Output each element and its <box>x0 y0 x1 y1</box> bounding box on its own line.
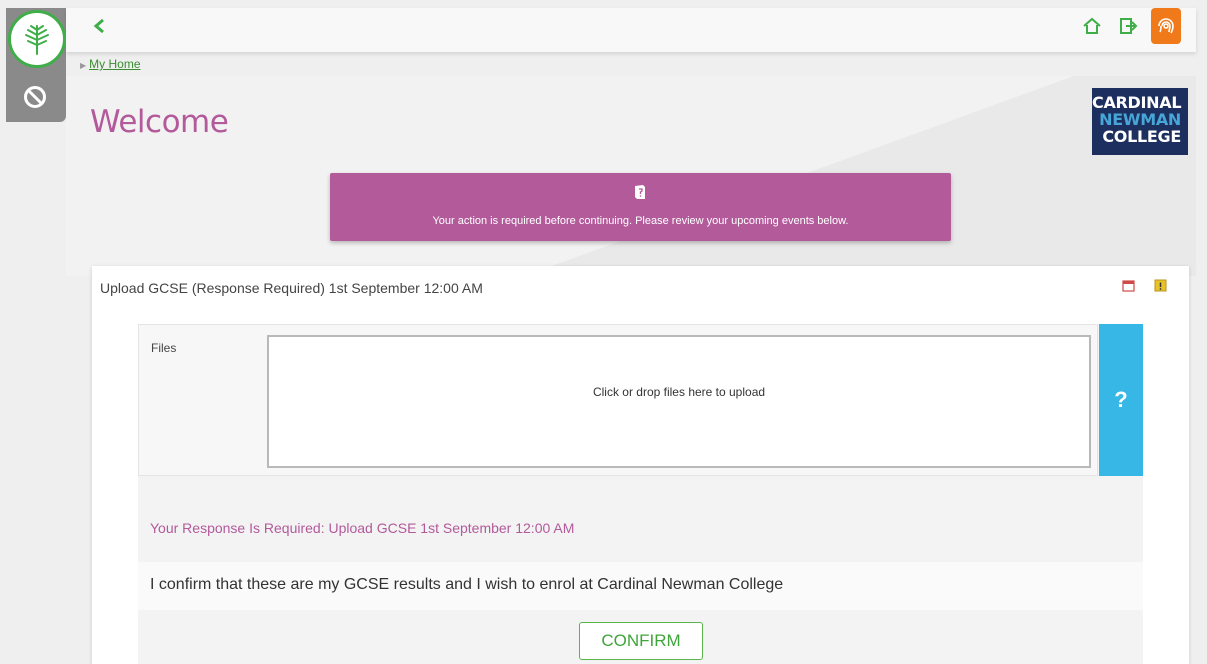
notice-book-icon <box>635 185 645 199</box>
back-button[interactable] <box>92 18 110 40</box>
fingerprint-icon <box>1158 18 1174 34</box>
breadcrumb-my-home[interactable]: My Home <box>89 57 140 71</box>
alert-message: Your action is required before continuin… <box>432 215 849 227</box>
college-logo-line2: NEWMAN <box>1099 110 1181 129</box>
profile-button[interactable] <box>1151 8 1181 44</box>
files-label: Files <box>151 341 177 355</box>
chevron-left-icon <box>93 18 104 34</box>
blocked-icon[interactable] <box>22 84 48 110</box>
college-logo: CARDINAL NEWMAN COLLEGE <box>1092 88 1188 155</box>
tree-logo-icon <box>25 25 49 55</box>
confirm-statement-row: I confirm that these are my GCSE results… <box>138 562 1143 610</box>
dropzone-text: Click or drop files here to upload <box>592 384 766 399</box>
breadcrumb: ▶ My Home <box>80 57 141 71</box>
help-button[interactable]: ? <box>1099 324 1143 476</box>
help-label: ? <box>1114 387 1128 412</box>
breadcrumb-arrow-icon: ▶ <box>80 61 87 70</box>
event-title: Upload GCSE (Response Required) 1st Sept… <box>100 280 483 296</box>
page-title: Welcome <box>90 104 229 140</box>
response-title: Your Response Is Required: Upload GCSE 1… <box>150 520 575 536</box>
logout-icon <box>1120 18 1138 34</box>
confirm-button[interactable]: CONFIRM <box>579 622 703 660</box>
app-logo[interactable] <box>8 10 66 68</box>
event-response-panel: Files Click or drop files here to upload… <box>138 324 1143 664</box>
top-actions <box>1079 8 1181 44</box>
calendar-icon[interactable] <box>1122 279 1135 292</box>
home-icon <box>1083 17 1101 34</box>
top-bar <box>66 8 1196 52</box>
files-row: Files Click or drop files here to upload <box>138 324 1098 476</box>
college-logo-line1: CARDINAL <box>1092 93 1182 112</box>
confirm-statement: I confirm that these are my GCSE results… <box>150 576 784 593</box>
file-dropzone[interactable]: Click or drop files here to upload <box>267 335 1091 468</box>
action-required-alert: Your action is required before continuin… <box>330 173 951 241</box>
logout-button[interactable] <box>1115 13 1141 39</box>
home-button[interactable] <box>1079 13 1105 39</box>
college-logo-line3: COLLEGE <box>1102 127 1181 146</box>
warning-icon[interactable] <box>1154 279 1167 292</box>
event-card: Upload GCSE (Response Required) 1st Sept… <box>92 266 1189 664</box>
